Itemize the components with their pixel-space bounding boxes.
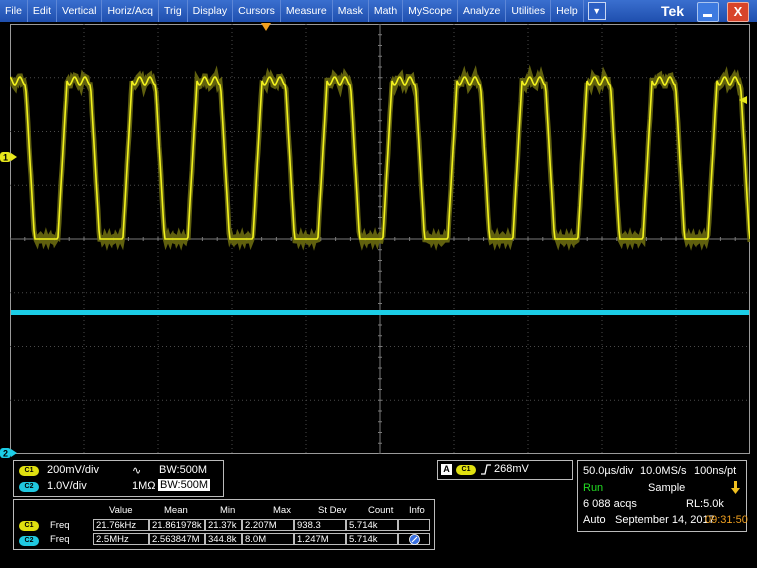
date: September 14, 2017 <box>615 514 715 526</box>
ch1-marker-label: 1 <box>3 153 8 163</box>
table-row: C1 <box>19 520 39 532</box>
ch2-badge: C2 <box>19 482 39 493</box>
row2-channel-badge: C2 <box>19 536 39 547</box>
row1-measurement-name: Freq <box>50 520 70 531</box>
row1-value: 21.76kHz <box>93 519 149 531</box>
row1-mean: 21.861978k <box>149 519 205 531</box>
column-header-mean: Mean <box>164 505 188 516</box>
tek-logo: Tek <box>661 3 685 19</box>
resolution: 100ns/pt <box>694 465 737 477</box>
sample-rate: 10.0MS/s <box>640 465 687 477</box>
menu-analyze[interactable]: Analyze <box>458 0 507 22</box>
horizontal-acquisition-panel[interactable]: 50.0µs/div 10.0MS/s 100ns/pt Run Sample … <box>577 460 748 532</box>
menu-edit[interactable]: Edit <box>28 0 58 22</box>
column-header-info: Info <box>409 505 425 516</box>
trigger-level-marker-icon[interactable] <box>737 96 747 104</box>
down-arrow-icon <box>731 481 740 494</box>
close-button[interactable]: X <box>727 2 749 22</box>
ch1-bandwidth: BW:500M <box>159 464 208 476</box>
row2-info <box>398 533 430 545</box>
row1-stdev: 938.3 <box>294 519 346 531</box>
trigger-source-badge: A <box>441 464 452 475</box>
menu-measure[interactable]: Measure <box>281 0 333 22</box>
trigger-settings-panel[interactable]: A C1 268mV <box>437 460 573 480</box>
trigger-channel-badge: C1 <box>456 465 476 476</box>
menu-dropdown-arrow-icon[interactable]: ▼ <box>587 2 606 20</box>
menu-horiz-acq[interactable]: Horiz/Acq <box>102 0 159 22</box>
ch2-bandwidth: BW:500M <box>158 479 211 491</box>
menu-utilities[interactable]: Utilities <box>506 0 552 22</box>
row1-count: 5.714k <box>346 519 398 531</box>
row2-mean: 2.563847M <box>149 533 205 545</box>
record-length: RL:5.0k <box>686 498 724 510</box>
time: 09:31:50 <box>705 514 748 526</box>
run-state: Run <box>583 482 604 494</box>
ac-coupling-icon: ∿ <box>132 465 142 477</box>
menu-myscope[interactable]: MyScope <box>403 0 458 22</box>
ch1-badge: C1 <box>19 466 39 477</box>
row2-count: 5.714k <box>346 533 398 545</box>
row1-channel-badge: C1 <box>19 521 39 532</box>
menu-bar: File Edit Vertical Horiz/Acq Trig Displa… <box>0 0 757 22</box>
row2-min: 344.8k <box>205 533 242 545</box>
column-header-min: Min <box>220 505 236 516</box>
row1-min: 21.37k <box>205 519 242 531</box>
menu-trig[interactable]: Trig <box>159 0 188 22</box>
measurements-table[interactable]: Value Mean Min Max St Dev Count Info C1 … <box>13 499 435 550</box>
trigger-mode: Auto <box>583 514 606 526</box>
trigger-level: 268mV <box>494 463 529 475</box>
menu-file[interactable]: File <box>0 0 28 22</box>
column-header-count: Count <box>368 505 394 516</box>
ch1-level-marker[interactable]: 1 <box>0 151 18 163</box>
trigger-position-marker-icon[interactable] <box>261 23 271 31</box>
row2-max: 8.0M <box>242 533 294 545</box>
column-header-stdev: St Dev <box>318 505 347 516</box>
ch2-waveform <box>11 310 749 315</box>
table-row: C2 <box>19 535 39 547</box>
rising-edge-icon <box>481 464 491 475</box>
ch2-scale: 1.0V/div <box>47 480 87 492</box>
waveform-graticule[interactable] <box>10 24 750 454</box>
ch2-level-marker[interactable]: 2 <box>0 447 18 459</box>
menu-cursors[interactable]: Cursors <box>233 0 281 22</box>
ch2-marker-label: 2 <box>3 449 8 459</box>
acquisition-mode: Sample <box>648 482 686 494</box>
row2-value: 2.5MHz <box>93 533 149 545</box>
ch1-scale: 200mV/div <box>47 464 99 476</box>
column-header-max: Max <box>273 505 291 516</box>
column-header-value: Value <box>109 505 133 516</box>
menu-help[interactable]: Help <box>551 0 584 22</box>
menu-math[interactable]: Math <box>369 0 404 22</box>
menu-mask[interactable]: Mask <box>333 0 369 22</box>
acquisition-count: 6 088 acqs <box>583 498 637 510</box>
row2-measurement-name: Freq <box>50 534 70 545</box>
row1-max: 2.207M <box>242 519 294 531</box>
minimize-button[interactable] <box>697 2 719 22</box>
vertical-settings-panel[interactable]: C1 200mV/div ∿ BW:500M C2 1.0V/div 1MΩ B… <box>13 460 224 497</box>
horizontal-scale: 50.0µs/div <box>583 465 634 477</box>
row1-info <box>398 519 430 531</box>
ch2-termination: 1MΩ <box>132 480 156 492</box>
menu-display[interactable]: Display <box>188 0 234 22</box>
row2-stdev: 1.247M <box>294 533 346 545</box>
menu-vertical[interactable]: Vertical <box>57 0 103 22</box>
info-icon[interactable] <box>409 534 420 545</box>
